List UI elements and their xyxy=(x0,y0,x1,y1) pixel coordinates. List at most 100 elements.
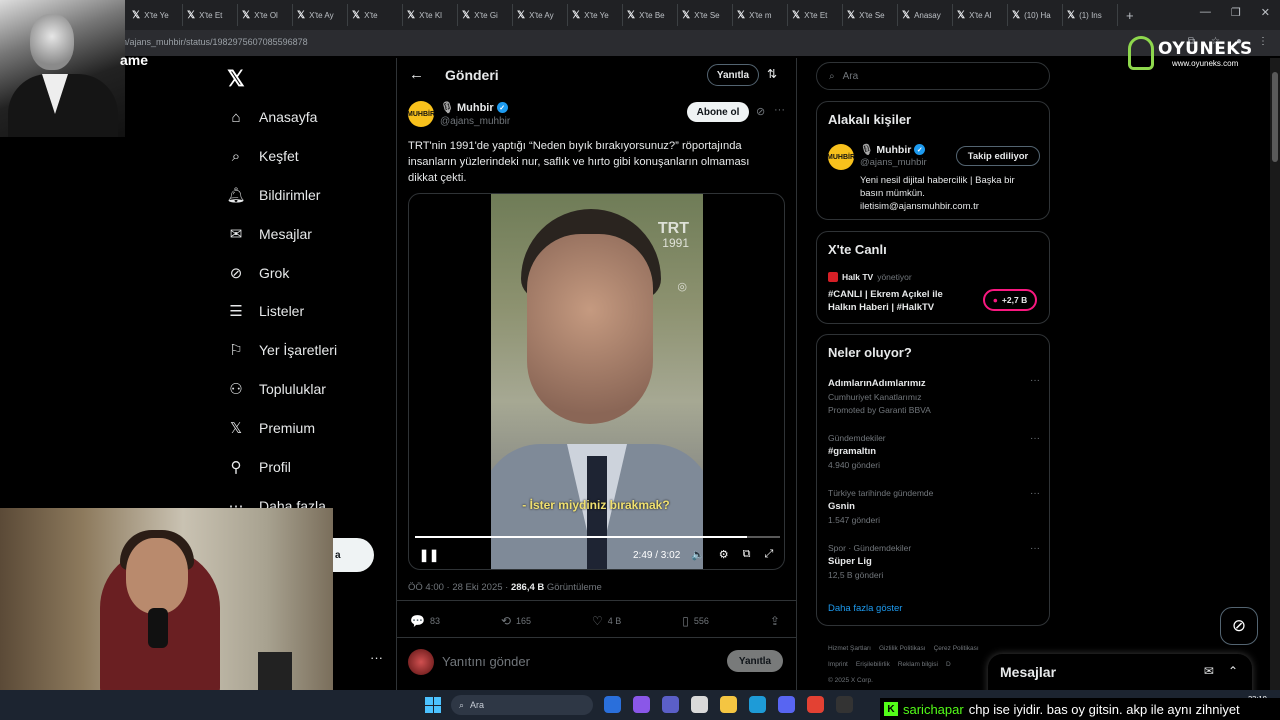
bookmark-action[interactable]: ▯ 556 xyxy=(682,614,709,628)
sidebar-item-5[interactable]: ☰ Listeler xyxy=(227,302,304,320)
x-logo-icon[interactable]: 𝕏 xyxy=(227,66,245,92)
share-action[interactable]: ⇪ xyxy=(770,614,780,628)
browser-tab[interactable]: 𝕏 X'te Be xyxy=(623,4,678,26)
browser-tab[interactable]: 𝕏 X'te Ay xyxy=(293,4,348,26)
author-name[interactable]: 🎙 Muhbir ✓ xyxy=(440,101,508,114)
video-player[interactable]: TRT 1991 ◎ - İster miydiniz bırakmak? ❚❚… xyxy=(408,193,785,570)
footer-link[interactable]: Gizlilik Politikası xyxy=(879,645,926,652)
subscribe-button[interactable]: Abone ol xyxy=(687,102,749,122)
app-icon[interactable] xyxy=(662,696,679,713)
live-source[interactable]: Halk TV yönetiyor xyxy=(828,272,912,282)
back-arrow-icon[interactable]: ← xyxy=(409,66,424,83)
reply-action[interactable]: 💬 83 xyxy=(410,614,440,628)
taskbar-search[interactable]: ⌕ Ara xyxy=(451,695,593,715)
browser-tab[interactable]: 𝕏 (1) Ins xyxy=(1063,4,1118,26)
compose-message-icon[interactable]: ✉ xyxy=(1204,664,1214,678)
app-icon[interactable] xyxy=(691,696,708,713)
footer-link[interactable]: Hizmet Şartları xyxy=(828,645,871,652)
like-action[interactable]: ♡ 4 B xyxy=(592,614,621,628)
scrollbar[interactable] xyxy=(1270,58,1280,698)
sidebar-item-6[interactable]: ⚐ Yer İşaretleri xyxy=(227,341,337,359)
footer-link[interactable]: Reklam bilgisi xyxy=(898,661,938,668)
discord-icon[interactable] xyxy=(778,696,795,713)
related-handle[interactable]: @ajans_muhbir xyxy=(860,157,927,168)
fullscreen-icon[interactable]: ⤢ xyxy=(764,548,773,561)
related-avatar[interactable]: MUHBİR xyxy=(827,144,855,170)
app-icon[interactable] xyxy=(604,696,621,713)
browser-tab[interactable]: 𝕏 X'te Et xyxy=(183,4,238,26)
sidebar-item-3[interactable]: ✉ Mesajlar xyxy=(227,225,312,243)
app-icon[interactable] xyxy=(836,696,853,713)
scrollbar-thumb[interactable] xyxy=(1272,72,1278,162)
url-text[interactable]: n/ajans_muhbir/status/198297560708559687… xyxy=(122,37,308,47)
browser-tab[interactable]: 𝕏 (10) Ha xyxy=(1008,4,1063,26)
browser-tab[interactable]: 𝕏 X'te Se xyxy=(678,4,733,26)
maximize-icon[interactable]: ❐ xyxy=(1231,6,1241,19)
volume-icon[interactable]: 🔈 xyxy=(691,548,705,561)
sidebar-item-1[interactable]: ⌕ Keşfet xyxy=(227,147,299,165)
browser-tab[interactable]: 𝕏 X'te Ol xyxy=(238,4,293,26)
more-icon[interactable]: ··· xyxy=(774,104,785,116)
sidebar-item-9[interactable]: ⚲ Profil xyxy=(227,458,291,476)
more-icon[interactable]: ··· xyxy=(1030,433,1040,444)
more-icon[interactable]: ··· xyxy=(1030,543,1040,554)
close-icon[interactable]: ✕ xyxy=(1261,6,1270,19)
windows-start-icon[interactable] xyxy=(425,697,441,713)
post-button[interactable]: a xyxy=(333,538,374,572)
trend-item[interactable]: Türkiye tarihinde gündemde Gsnin 1.547 gön… xyxy=(828,488,1040,525)
popout-icon[interactable]: ⧉ xyxy=(743,548,751,561)
reply-send-button[interactable]: Yanıtla xyxy=(727,650,783,672)
app-icon[interactable] xyxy=(633,696,650,713)
following-button[interactable]: Takip ediliyor xyxy=(956,146,1040,166)
show-more-link[interactable]: Daha fazla göster xyxy=(828,603,902,614)
live-listeners-badge[interactable]: ● +2,7 B xyxy=(983,289,1037,311)
live-headline[interactable]: #CANLI | Ekrem Açıkel ile Halkın Haberi … xyxy=(828,288,968,314)
search-input[interactable]: ⌕ Ara xyxy=(816,62,1050,90)
footer-link[interactable]: Erişilebilirlik xyxy=(856,661,890,668)
sidebar-item-8[interactable]: 𝕏 Premium xyxy=(227,419,315,437)
user-avatar[interactable] xyxy=(408,649,434,675)
folder-icon[interactable] xyxy=(720,696,737,713)
edge-icon[interactable] xyxy=(749,696,766,713)
browser-tab[interactable]: 𝕏 X'te xyxy=(348,4,403,26)
video-progress-bar[interactable] xyxy=(415,536,780,538)
sidebar-item-2[interactable]: 🔔︎ Bildirimler xyxy=(226,186,320,204)
footer-link[interactable]: Imprint xyxy=(828,661,848,668)
trend-item[interactable]: AdımlarınAdımlarımız Cumhuriyet Kanatları… xyxy=(828,375,1040,415)
grok-icon[interactable]: ⊘ xyxy=(1220,607,1258,645)
sidebar-item-4[interactable]: ⊘ Grok xyxy=(227,264,290,282)
repost-action[interactable]: ⟲ 165 xyxy=(501,614,531,628)
post-timestamp[interactable]: ÖÖ 4:00 · 28 Eki 2025 · xyxy=(408,582,511,593)
settings-icon[interactable]: ⚙ xyxy=(719,548,729,561)
pause-icon[interactable]: ❚❚ xyxy=(419,548,439,562)
account-more-icon[interactable]: ··· xyxy=(370,650,383,665)
footer-link[interactable]: D xyxy=(946,661,951,668)
related-name[interactable]: 🎙 Muhbir ✓ xyxy=(860,143,926,156)
browser-tab[interactable]: 𝕏 X'te Ye xyxy=(128,4,183,26)
footer-link[interactable]: © 2025 X Corp. xyxy=(828,677,873,684)
chrome-icon[interactable] xyxy=(807,696,824,713)
reply-input[interactable]: Yanıtını gönder xyxy=(442,654,530,669)
sidebar-item-7[interactable]: ⚇ Topluluklar xyxy=(227,380,326,398)
minimize-icon[interactable]: — xyxy=(1200,6,1211,19)
browser-tab[interactable]: 𝕏 X'te Et xyxy=(788,4,843,26)
sidebar-item-0[interactable]: ⌂ Anasayfa xyxy=(227,108,317,126)
trend-item[interactable]: Spor · Gündemdekiler Süper Lig 12,5 B gönd… xyxy=(828,543,1040,580)
author-avatar[interactable]: MUHBİR xyxy=(407,101,435,127)
browser-tab[interactable]: 𝕏 X'te Se xyxy=(843,4,898,26)
footer-link[interactable]: Çerez Politikası xyxy=(934,645,979,652)
more-icon[interactable]: ··· xyxy=(1030,488,1040,499)
new-tab-icon[interactable]: + xyxy=(1126,8,1134,23)
chevron-up-icon[interactable]: ⌃ xyxy=(1228,664,1238,678)
more-icon[interactable]: ··· xyxy=(1030,375,1040,386)
browser-tab[interactable]: 𝕏 X'te Al xyxy=(953,4,1008,26)
filter-icon[interactable]: ⇅ xyxy=(767,67,777,81)
reply-header-button[interactable]: Yanıtla xyxy=(707,64,759,86)
trend-item[interactable]: Gündemdekiler #gramaltın 4.940 gönderi ··· xyxy=(828,433,1040,470)
author-handle[interactable]: @ajans_muhbir xyxy=(440,116,510,127)
browser-tab[interactable]: 𝕏 X'te Kl xyxy=(403,4,458,26)
browser-tab[interactable]: 𝕏 X'te m xyxy=(733,4,788,26)
grok-icon[interactable]: ⊘ xyxy=(756,105,765,118)
browser-tab[interactable]: 𝕏 Anasay xyxy=(898,4,953,26)
menu-icon[interactable]: ⋮ xyxy=(1258,36,1268,47)
